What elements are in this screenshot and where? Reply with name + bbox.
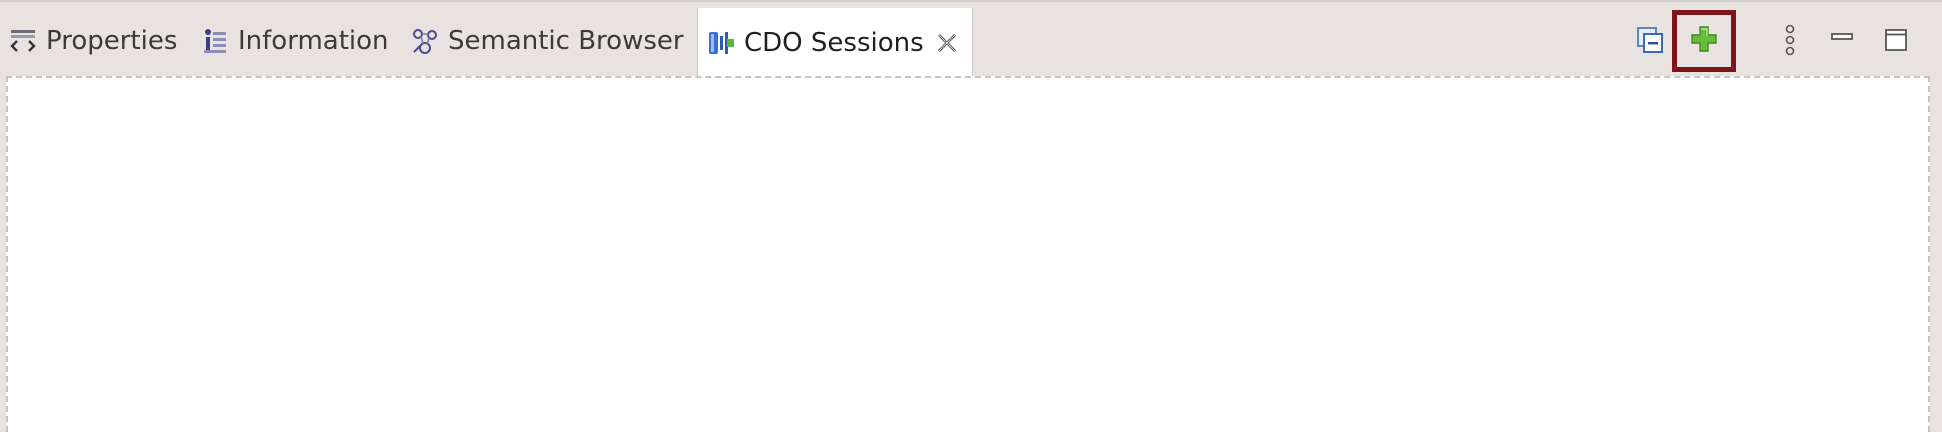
view-menu-icon [1780, 23, 1800, 61]
cdo-sessions-content-area [6, 76, 1930, 432]
maximize-icon [1884, 28, 1908, 56]
close-tab-icon[interactable] [936, 32, 958, 54]
information-icon [200, 26, 230, 56]
cdo-sessions-icon [706, 28, 736, 58]
tab-label: Information [238, 26, 389, 56]
tab-label: Properties [46, 26, 178, 56]
view-tab-bar: Properties Information Semantic Browser … [0, 0, 1942, 78]
collapse-all-icon [1635, 25, 1665, 59]
tab-cdo-sessions[interactable]: CDO Sessions [697, 8, 973, 78]
tab-label: CDO Sessions [744, 28, 924, 58]
minimize-button[interactable] [1812, 12, 1872, 72]
semantic-browser-icon [410, 26, 440, 56]
tab-label: Semantic Browser [448, 26, 684, 56]
tab-semantic-browser[interactable]: Semantic Browser [410, 8, 684, 74]
add-icon [1689, 24, 1719, 58]
collapse-all-button[interactable] [1620, 12, 1680, 72]
tab-properties[interactable]: Properties [8, 8, 177, 74]
maximize-button[interactable] [1866, 12, 1926, 72]
tab-information[interactable]: Information [200, 8, 389, 74]
add-button[interactable] [1672, 10, 1736, 72]
minimize-icon [1830, 28, 1854, 56]
properties-icon [8, 26, 38, 56]
view-menu-button[interactable] [1760, 12, 1820, 72]
cdo-sessions-view: Properties Information Semantic Browser … [0, 0, 1942, 432]
view-toolbar [1620, 10, 1930, 72]
